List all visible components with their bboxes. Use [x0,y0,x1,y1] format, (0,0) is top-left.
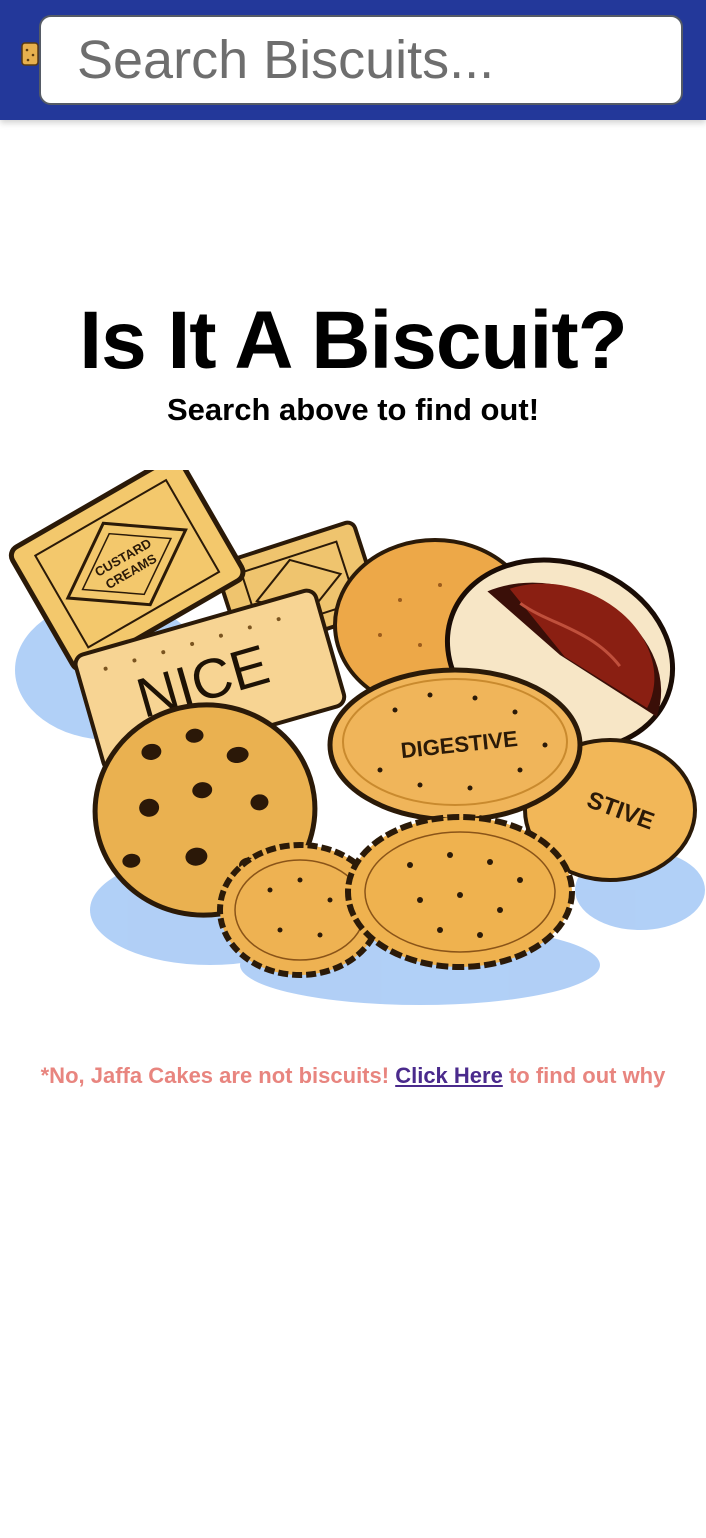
footnote-prefix: *No, Jaffa Cakes are not biscuits! [40,1063,390,1088]
jaffa-footnote: *No, Jaffa Cakes are not biscuits! Click… [0,1060,706,1092]
page-title: Is It A Biscuit? [79,295,627,386]
search-input[interactable] [39,15,683,105]
footnote-suffix: to find out why [508,1063,666,1088]
page-subtitle: Search above to find out! [166,392,540,427]
top-bar [0,0,706,120]
click-here-link[interactable]: Click Here [395,1063,503,1088]
biscuit-assortment-illustration: CUSTARD CREAMS NICE STIVE DIGESTIVE [8,470,705,1005]
